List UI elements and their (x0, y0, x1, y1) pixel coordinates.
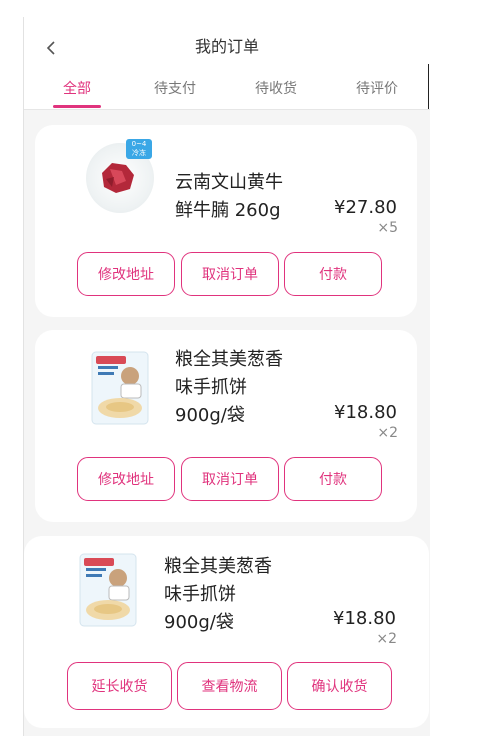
product-name: 粮全其美葱香 味手抓饼 900g/袋 (164, 556, 272, 633)
tab-pending-payment[interactable]: 待支付 (125, 78, 225, 98)
pancake-package-image (79, 553, 137, 627)
pay-button[interactable]: 付款 (284, 457, 382, 501)
product-quantity: ×2 (376, 631, 397, 647)
pay-button[interactable]: 付款 (284, 252, 382, 296)
modify-address-button[interactable]: 修改地址 (77, 457, 175, 501)
order-card: 0~4 冷冻 云南文山黄牛 鲜牛腩 260g ¥27.80 ×5 修改地址 取消订… (35, 125, 417, 317)
active-tab-indicator (53, 105, 101, 108)
view-logistics-button[interactable]: 查看物流 (177, 662, 282, 710)
header-bar: 我的订单 全部 待支付 待收货 待评价 (24, 17, 430, 110)
confirm-receipt-button[interactable]: 确认收货 (287, 662, 392, 710)
pancake-package-image (91, 351, 149, 425)
product-quantity: ×5 (377, 220, 398, 236)
cold-chain-badge: 0~4 冷冻 (126, 139, 152, 159)
product-name: 粮全其美葱香 味手抓饼 900g/袋 (175, 349, 283, 426)
modify-address-button[interactable]: 修改地址 (77, 252, 175, 296)
cancel-order-button[interactable]: 取消订单 (181, 457, 279, 501)
product-price: ¥27.80 (334, 197, 397, 218)
tab-all[interactable]: 全部 (27, 78, 127, 98)
tab-pending-review[interactable]: 待评价 (327, 78, 427, 98)
cancel-order-button[interactable]: 取消订单 (181, 252, 279, 296)
product-image[interactable] (90, 350, 150, 426)
product-quantity: ×2 (377, 425, 398, 441)
orders-screen: 我的订单 全部 待支付 待收货 待评价 0~4 冷冻 云南文山黄牛 鲜牛腩 260… (23, 17, 430, 736)
product-price: ¥18.80 (334, 402, 397, 423)
divider (428, 64, 429, 109)
tab-pending-receipt[interactable]: 待收货 (226, 78, 326, 98)
extend-receipt-button[interactable]: 延长收货 (67, 662, 172, 710)
product-image[interactable] (78, 552, 138, 628)
product-name: 云南文山黄牛 鲜牛腩 260g (175, 172, 283, 221)
product-price: ¥18.80 (333, 608, 396, 629)
order-card: 粮全其美葱香 味手抓饼 900g/袋 ¥18.80 ×2 延长收货 查看物流 确… (24, 536, 429, 728)
page-title: 我的订单 (194, 37, 259, 56)
order-card: 粮全其美葱香 味手抓饼 900g/袋 ¥18.80 ×2 修改地址 取消订单 付… (35, 330, 417, 522)
order-tabs: 全部 待支付 待收货 待评价 (24, 75, 430, 109)
